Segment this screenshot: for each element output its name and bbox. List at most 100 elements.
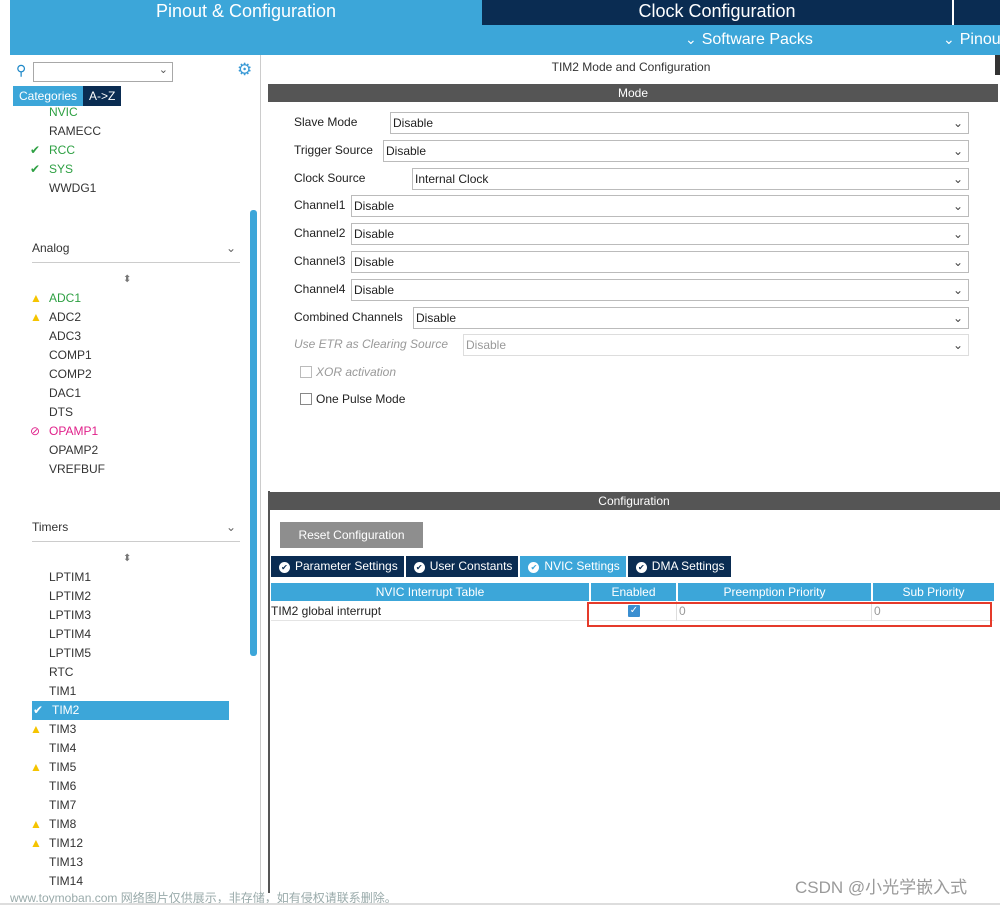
check-circle-icon: ✔ bbox=[279, 562, 290, 573]
tab-a-z[interactable]: A->Z bbox=[83, 86, 122, 106]
page-title: TIM2 Mode and Configuration bbox=[551, 60, 711, 74]
sort-icon[interactable]: ⬍ bbox=[123, 274, 131, 285]
warning-icon: ▲ bbox=[30, 722, 42, 736]
sidebar-scrollbar[interactable] bbox=[250, 210, 257, 656]
sidebar-item-lptim4[interactable]: LPTIM4 bbox=[30, 625, 91, 644]
sidebar-item-lptim3[interactable]: LPTIM3 bbox=[30, 606, 91, 625]
nvic-table-header: NVIC Interrupt Table Enabled Preemption … bbox=[271, 583, 996, 601]
sidebar-item-tim7[interactable]: TIM7 bbox=[30, 796, 76, 815]
tab-next[interactable] bbox=[952, 0, 1000, 25]
sidebar-item-label: TIM2 bbox=[52, 703, 80, 717]
tab-dma-settings[interactable]: ✔ DMA Settings bbox=[627, 556, 731, 577]
field-select[interactable]: Disable ⌄ bbox=[390, 112, 969, 134]
field-select[interactable]: Disable ⌄ bbox=[351, 223, 969, 246]
tab-nvic-settings[interactable]: ✔ NVIC Settings bbox=[520, 556, 626, 577]
sidebar-item-adc1[interactable]: ▲ ADC1 bbox=[30, 289, 81, 308]
field-label: Trigger Source bbox=[294, 142, 373, 157]
sidebar-item-dts[interactable]: DTS bbox=[30, 403, 73, 422]
sidebar-item-tim2[interactable]: ✔ TIM2 bbox=[32, 701, 229, 720]
field-value: Disable bbox=[466, 338, 507, 353]
field-row-channel1: Channel1 Disable ⌄ bbox=[294, 195, 969, 218]
sidebar-item-label: WWDG1 bbox=[49, 181, 97, 195]
chevron-down-icon[interactable]: ⌄ bbox=[159, 63, 168, 76]
chevron-down-icon: ⌄ bbox=[952, 338, 963, 353]
sidebar-item-label: TIM5 bbox=[49, 760, 77, 774]
field-select[interactable]: Disable ⌄ bbox=[351, 195, 969, 218]
sidebar-item-lptim1[interactable]: LPTIM1 bbox=[30, 568, 91, 587]
sidebar-item-tim5[interactable]: ▲ TIM5 bbox=[30, 758, 76, 777]
gear-icon[interactable]: ⚙ bbox=[237, 60, 252, 80]
field-label: Channel3 bbox=[294, 254, 346, 268]
sidebar-item-opamp1[interactable]: ⊘ OPAMP1 bbox=[30, 422, 98, 441]
tab-pinout-configuration[interactable]: Pinout & Configuration bbox=[10, 0, 482, 25]
field-select[interactable]: Internal Clock ⌄ bbox=[412, 167, 969, 190]
field-select[interactable]: Disable ⌄ bbox=[413, 306, 969, 329]
watermark-right: CSDN @小光学嵌入式 bbox=[795, 878, 968, 897]
sidebar-item-tim6[interactable]: TIM6 bbox=[30, 777, 76, 796]
chevron-down-icon: ⌄ bbox=[952, 199, 963, 214]
blocked-icon: ⊘ bbox=[30, 424, 41, 438]
chevron-down-icon: ⌄ bbox=[952, 310, 963, 325]
sidebar-item-nvic[interactable]: NVIC bbox=[30, 106, 78, 122]
tab-user-constants[interactable]: ✔ User Constants bbox=[405, 556, 519, 577]
sidebar-item-tim3[interactable]: ▲ TIM3 bbox=[30, 720, 76, 739]
reset-configuration-button[interactable]: Reset Configuration bbox=[280, 522, 423, 548]
section-header-analog[interactable]: Analog ⌄ bbox=[32, 241, 240, 263]
section-header-timers[interactable]: Timers ⌄ bbox=[32, 520, 240, 542]
field-row-slave-mode: Slave Mode Disable ⌄ bbox=[294, 112, 969, 134]
sidebar-item-sys[interactable]: ✔ SYS bbox=[30, 160, 73, 179]
sidebar-item-rtc[interactable]: RTC bbox=[30, 663, 73, 682]
field-row-clock-source: Clock Source Internal Clock ⌄ bbox=[294, 167, 969, 190]
software-packs-link[interactable]: ⌄ Software Packs bbox=[685, 31, 813, 49]
sidebar-item-tim4[interactable]: TIM4 bbox=[30, 739, 76, 758]
tab-label: DMA Settings bbox=[651, 559, 725, 573]
check-circle-icon: ✔ bbox=[413, 562, 425, 573]
search-input[interactable]: ⌄ bbox=[33, 62, 173, 82]
field-value: Disable bbox=[416, 310, 457, 325]
tab-parameter-settings[interactable]: ✔ Parameter Settings bbox=[271, 556, 404, 577]
sidebar-item-label: TIM6 bbox=[49, 779, 77, 793]
sidebar-item-label: DTS bbox=[49, 405, 73, 419]
field-select[interactable]: Disable ⌄ bbox=[383, 139, 969, 162]
sidebar-item-label: RCC bbox=[49, 143, 75, 157]
chevron-down-icon: ⌄ bbox=[952, 116, 963, 130]
sort-icon[interactable]: ⬍ bbox=[123, 553, 131, 564]
checkbox-label: XOR activation bbox=[316, 365, 397, 379]
sidebar-item-label: VREFBUF bbox=[49, 462, 106, 476]
sidebar-item-vrefbuf[interactable]: VREFBUF bbox=[30, 460, 105, 479]
sidebar-item-comp1[interactable]: COMP1 bbox=[30, 346, 92, 365]
sidebar-item-dac1[interactable]: DAC1 bbox=[30, 384, 81, 403]
tab-categories[interactable]: Categories bbox=[13, 86, 84, 106]
category-tabs: Categories A->Z bbox=[13, 86, 122, 106]
sidebar-item-tim1[interactable]: TIM1 bbox=[30, 682, 76, 701]
checkbox-one-pulse-mode[interactable]: One Pulse Mode bbox=[300, 392, 405, 406]
chevron-down-icon: ⌄ bbox=[952, 143, 963, 158]
scroll-handle[interactable] bbox=[995, 55, 1000, 75]
column-header-enabled: Enabled bbox=[591, 583, 676, 601]
tab-clock-configuration[interactable]: Clock Configuration bbox=[482, 0, 952, 25]
sidebar-item-label: LPTIM1 bbox=[49, 570, 92, 584]
sidebar-item-comp2[interactable]: COMP2 bbox=[30, 365, 92, 384]
field-select[interactable]: Disable ⌄ bbox=[351, 251, 969, 273]
search-icon[interactable]: ⚲ bbox=[16, 62, 26, 79]
sidebar-item-ramecc[interactable]: RAMECC bbox=[30, 122, 101, 141]
sidebar-item-opamp2[interactable]: OPAMP2 bbox=[30, 441, 98, 460]
sidebar-item-rcc[interactable]: ✔ RCC bbox=[30, 141, 75, 160]
sidebar-item-tim12[interactable]: ▲ TIM12 bbox=[30, 834, 83, 853]
checkbox-box[interactable] bbox=[300, 393, 312, 405]
column-header-preemption: Preemption Priority bbox=[678, 583, 871, 601]
sidebar-item-adc2[interactable]: ▲ ADC2 bbox=[30, 308, 81, 327]
sidebar-item-tim13[interactable]: TIM13 bbox=[30, 853, 83, 872]
sidebar-item-adc3[interactable]: ADC3 bbox=[30, 327, 81, 346]
sidebar-item-lptim5[interactable]: LPTIM5 bbox=[30, 644, 91, 663]
sidebar-item-tim8[interactable]: ▲ TIM8 bbox=[30, 815, 76, 834]
highlight-box bbox=[587, 602, 992, 627]
pinout-link[interactable]: ⌄Pinout bbox=[943, 31, 1000, 49]
sidebar-item-wwdg1[interactable]: WWDG1 bbox=[30, 179, 96, 198]
field-select[interactable]: Disable ⌄ bbox=[351, 278, 969, 301]
warning-icon: ▲ bbox=[30, 310, 42, 324]
sidebar-item-label: TIM7 bbox=[49, 798, 77, 812]
sidebar-item-label: COMP1 bbox=[49, 348, 92, 362]
sidebar-item-lptim2[interactable]: LPTIM2 bbox=[30, 587, 91, 606]
sidebar-item-label: TIM14 bbox=[49, 874, 84, 888]
